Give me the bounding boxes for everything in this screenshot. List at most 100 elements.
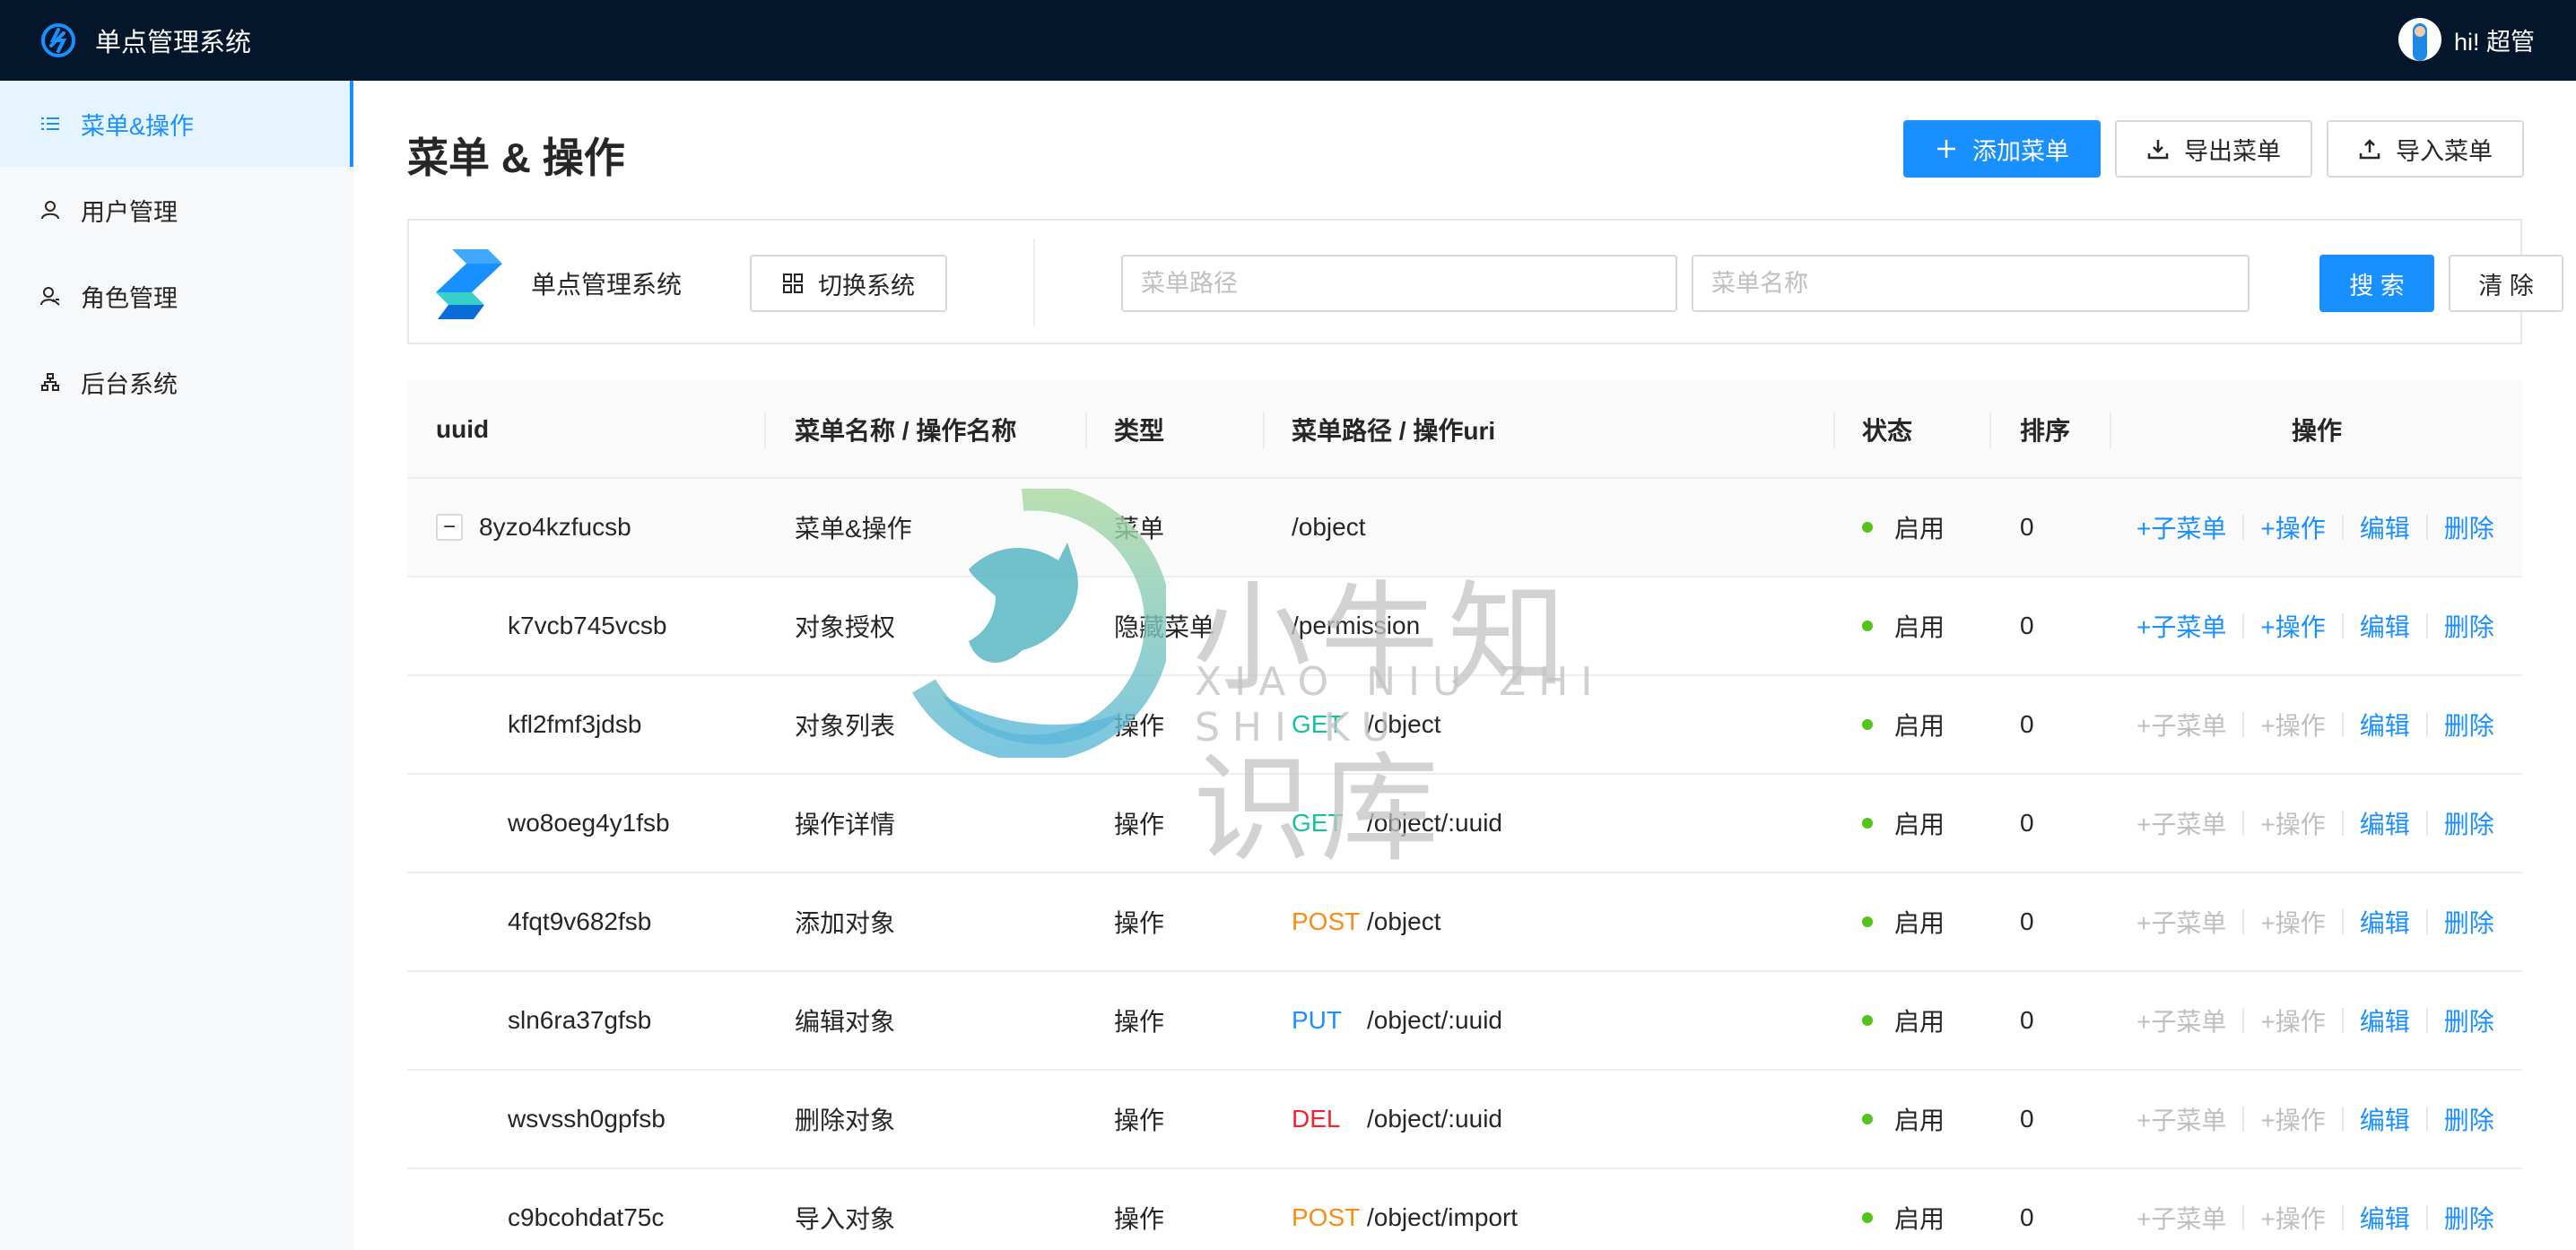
user-menu[interactable]: hi! 超管 bbox=[2398, 18, 2535, 61]
cell-path: POST/object bbox=[1292, 873, 1441, 970]
status-text: 启用 bbox=[1894, 515, 1945, 543]
cell-sort: 0 bbox=[2020, 1203, 2034, 1231]
search-button[interactable]: 搜 索 bbox=[2319, 255, 2434, 312]
cell-path: /permission bbox=[1292, 577, 1420, 674]
add-op-link[interactable]: +操作 bbox=[2260, 509, 2325, 545]
menu-table: uuid 菜单名称 / 操作名称 类型 菜单路径 / 操作uri 状态 排序 操… bbox=[407, 380, 2522, 1250]
cluster-icon bbox=[41, 373, 59, 391]
add-child-link[interactable]: +子菜单 bbox=[2137, 805, 2226, 841]
cell-name: 菜单&操作 bbox=[795, 515, 912, 543]
export-menu-button[interactable]: 导出菜单 bbox=[2115, 120, 2312, 178]
cell-type: 操作 bbox=[1114, 1107, 1165, 1134]
main-content: 菜单 & 操作 添加菜单 导出菜单 导入菜单 单点管理系统 切换系统 搜 索 清 bbox=[353, 81, 2576, 1250]
status-dot bbox=[1862, 1015, 1873, 1026]
cell-type: 操作 bbox=[1114, 1008, 1165, 1036]
http-method: GET bbox=[1292, 809, 1344, 837]
delete-link[interactable]: 删除 bbox=[2444, 1003, 2494, 1038]
cell-status: 启用 bbox=[1862, 775, 1945, 872]
add-child-link[interactable]: +子菜单 bbox=[2137, 1101, 2226, 1137]
status-text: 启用 bbox=[1894, 909, 1945, 937]
edit-link[interactable]: 编辑 bbox=[2360, 1101, 2410, 1137]
add-menu-label: 添加菜单 bbox=[1972, 137, 2069, 165]
sidebar-item-menu-ops[interactable]: 菜单&操作 bbox=[0, 81, 353, 167]
add-child-link[interactable]: +子菜单 bbox=[2137, 608, 2226, 644]
add-child-link[interactable]: +子菜单 bbox=[2137, 904, 2226, 940]
add-child-link[interactable]: +子菜单 bbox=[2137, 707, 2226, 742]
uuid-text: k7vcb745vcsb bbox=[508, 612, 667, 639]
add-child-link[interactable]: +子菜单 bbox=[2137, 1200, 2226, 1236]
cell-uuid: wo8oeg4y1fsb bbox=[508, 775, 670, 872]
edit-link[interactable]: 编辑 bbox=[2360, 805, 2410, 841]
cell-status: 启用 bbox=[1862, 479, 1945, 576]
sidebar-item-backend[interactable]: 后台系统 bbox=[0, 339, 353, 425]
cell-uuid: sln6ra37gfsb bbox=[508, 972, 651, 1069]
add-op-link[interactable]: +操作 bbox=[2260, 608, 2325, 644]
col-type: 类型 bbox=[1114, 417, 1165, 445]
add-child-link[interactable]: +子菜单 bbox=[2137, 1003, 2226, 1038]
sidebar-item-users[interactable]: 用户管理 bbox=[0, 167, 353, 253]
cell-path: PUT/object/:uuid bbox=[1292, 972, 1502, 1069]
cell-uuid: kfl2fmf3jdsb bbox=[508, 676, 641, 773]
add-op-link[interactable]: +操作 bbox=[2260, 707, 2325, 742]
delete-link[interactable]: 删除 bbox=[2444, 1200, 2494, 1236]
add-menu-button[interactable]: 添加菜单 bbox=[1903, 120, 2101, 178]
uuid-text: c9bcohdat75c bbox=[508, 1203, 665, 1231]
delete-link[interactable]: 删除 bbox=[2444, 1101, 2494, 1137]
add-op-link[interactable]: +操作 bbox=[2260, 1101, 2325, 1137]
cell-sort: 0 bbox=[2020, 907, 2034, 935]
path-text: /object/:uuid bbox=[1367, 1105, 1502, 1133]
cell-status: 启用 bbox=[1862, 972, 1945, 1069]
add-op-link[interactable]: +操作 bbox=[2260, 1200, 2325, 1236]
menu-name-input[interactable] bbox=[1692, 255, 2250, 312]
col-sort: 排序 bbox=[2020, 417, 2071, 445]
delete-link[interactable]: 删除 bbox=[2444, 805, 2494, 841]
cell-actions: +子菜单 +操作 编辑 删除 bbox=[2137, 577, 2494, 674]
cell-name: 导入对象 bbox=[795, 1205, 896, 1233]
cell-uuid: 4fqt9v682fsb bbox=[508, 873, 651, 970]
cell-type: 菜单 bbox=[1114, 515, 1165, 543]
table-row: kfl2fmf3jdsb 对象列表 操作 GET/object 启用 0 +子菜单 +操作 编辑… bbox=[407, 676, 2522, 775]
switch-system-button[interactable]: 切换系统 bbox=[750, 255, 947, 312]
sidebar-item-roles[interactable]: 角色管理 bbox=[0, 253, 353, 339]
edit-link[interactable]: 编辑 bbox=[2360, 1003, 2410, 1038]
cell-path: GET/object bbox=[1292, 676, 1441, 773]
upload-icon bbox=[2359, 139, 2380, 160]
cell-status: 启用 bbox=[1862, 873, 1945, 970]
grid-icon bbox=[783, 273, 803, 293]
avatar bbox=[2398, 18, 2441, 61]
uuid-text: 4fqt9v682fsb bbox=[508, 907, 652, 935]
edit-link[interactable]: 编辑 bbox=[2360, 509, 2410, 545]
edit-link[interactable]: 编辑 bbox=[2360, 1200, 2410, 1236]
collapse-icon[interactable]: − bbox=[436, 514, 463, 541]
filter-bar: 单点管理系统 切换系统 搜 索 清 除 bbox=[407, 219, 2563, 344]
http-method: POST bbox=[1292, 907, 1361, 935]
cell-status: 启用 bbox=[1862, 1071, 1945, 1168]
delete-link[interactable]: 删除 bbox=[2444, 509, 2494, 545]
status-dot bbox=[1862, 916, 1873, 927]
col-name: 菜单名称 / 操作名称 bbox=[795, 417, 1017, 445]
status-text: 启用 bbox=[1894, 811, 1945, 838]
status-dot bbox=[1862, 1212, 1873, 1223]
col-path: 菜单路径 / 操作uri bbox=[1292, 417, 1496, 445]
delete-link[interactable]: 删除 bbox=[2444, 707, 2494, 742]
cell-name: 对象列表 bbox=[795, 712, 896, 740]
add-child-link[interactable]: +子菜单 bbox=[2137, 509, 2226, 545]
path-text: /object/:uuid bbox=[1367, 1006, 1502, 1034]
plus-icon bbox=[1937, 140, 1955, 158]
cell-type: 操作 bbox=[1114, 909, 1165, 937]
menu-path-input[interactable] bbox=[1121, 255, 1677, 312]
add-op-link[interactable]: +操作 bbox=[2260, 1003, 2325, 1038]
add-op-link[interactable]: +操作 bbox=[2260, 805, 2325, 841]
sidebar-item-label: 后台系统 bbox=[81, 370, 178, 398]
edit-link[interactable]: 编辑 bbox=[2360, 707, 2410, 742]
delete-link[interactable]: 删除 bbox=[2444, 608, 2494, 644]
edit-link[interactable]: 编辑 bbox=[2360, 608, 2410, 644]
import-menu-button[interactable]: 导入菜单 bbox=[2327, 120, 2524, 178]
clear-button[interactable]: 清 除 bbox=[2449, 255, 2563, 312]
edit-link[interactable]: 编辑 bbox=[2360, 904, 2410, 940]
system-name: 单点管理系统 bbox=[531, 271, 683, 299]
add-op-link[interactable]: +操作 bbox=[2260, 904, 2325, 940]
path-text: /object bbox=[1292, 513, 1366, 541]
delete-link[interactable]: 删除 bbox=[2444, 904, 2494, 940]
status-text: 启用 bbox=[1894, 1107, 1945, 1134]
